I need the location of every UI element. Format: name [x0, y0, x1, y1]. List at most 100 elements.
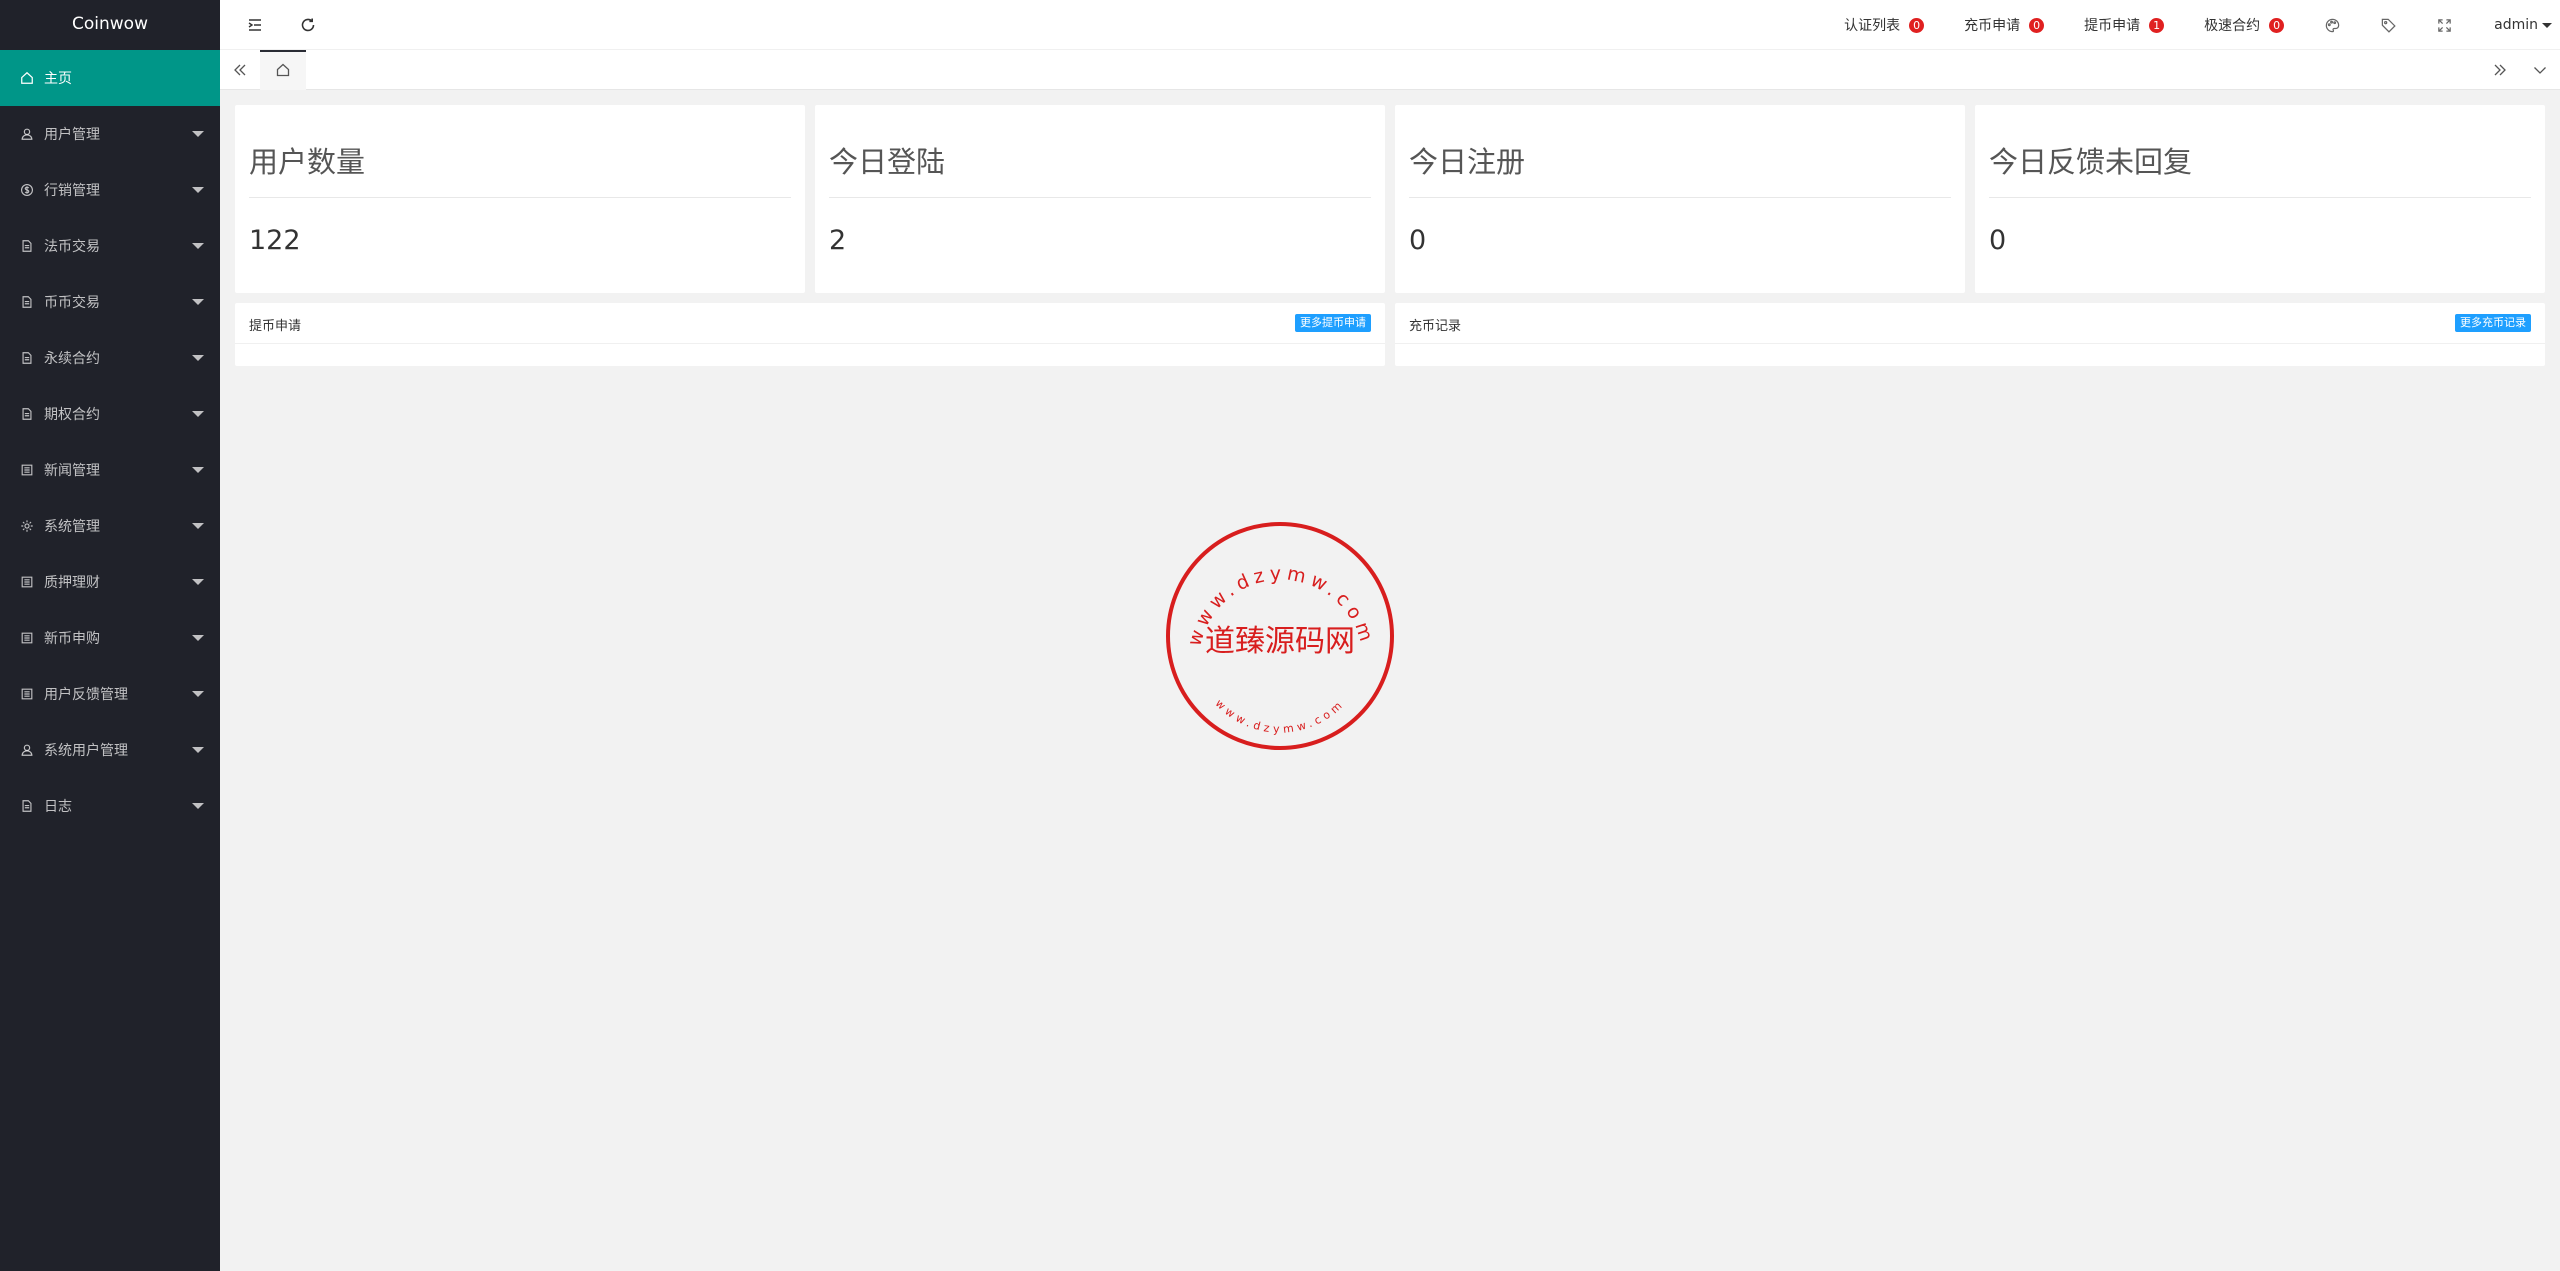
sidebar-item-label: 新闻管理 — [44, 463, 100, 479]
tab-home[interactable] — [260, 50, 306, 90]
stat-value: 2 — [829, 225, 847, 256]
list-icon — [20, 463, 34, 477]
sidebar-item-fiat-trade[interactable]: 法币交易 — [0, 218, 220, 274]
sidebar-item-label: 永续合约 — [44, 351, 100, 367]
stat-card-feedback-unreplied: 今日反馈未回复 0 — [1975, 105, 2545, 293]
sidebar-item-label: 用户反馈管理 — [44, 687, 128, 703]
stamp-ring-text-small: www.dzymw.com — [1213, 697, 1348, 736]
tabs-menu-button[interactable] — [2520, 50, 2560, 90]
caret-down-icon — [192, 803, 204, 809]
panel-title: 提币申请 — [249, 319, 302, 334]
sidebar-item-log[interactable]: 日志 — [0, 778, 220, 834]
tag-icon — [2381, 18, 2396, 33]
sidebar-item-label: 期权合约 — [44, 407, 100, 423]
list-icon — [20, 687, 34, 701]
sidebar-item-label: 法币交易 — [44, 239, 100, 255]
sidebar-item-system[interactable]: 系统管理 — [0, 498, 220, 554]
list-icon — [20, 631, 34, 645]
palette-icon — [2325, 18, 2339, 32]
stat-card-users: 用户数量 122 — [235, 105, 805, 293]
sidebar-item-staking[interactable]: 质押理财 — [0, 554, 220, 610]
caret-down-icon — [192, 187, 204, 193]
dollar-icon — [20, 183, 34, 197]
caret-down-icon — [192, 299, 204, 305]
withdraw-request-badge: 1 — [2149, 17, 2165, 33]
kyc-list-link[interactable]: 认证列表 0 — [1824, 0, 1944, 50]
top-header: 认证列表 0 充币申请 0 提币申请 1 极速合约 0 admin — [220, 0, 2560, 50]
home-icon — [276, 63, 290, 77]
sidebar-item-system-users[interactable]: 系统用户管理 — [0, 722, 220, 778]
doc-icon — [20, 407, 34, 421]
page-tabs-bar — [220, 50, 2560, 90]
divider — [829, 197, 1371, 198]
doc-icon — [20, 799, 34, 813]
caret-down-icon — [192, 747, 204, 753]
chevron-down-icon — [2534, 67, 2546, 74]
sidebar-item-label: 系统用户管理 — [44, 743, 128, 759]
theme-button[interactable] — [2304, 0, 2360, 50]
sidebar-item-option-contract[interactable]: 期权合约 — [0, 386, 220, 442]
more-deposit-button[interactable]: 更多充币记录 — [2455, 314, 2531, 332]
divider — [1395, 343, 2545, 344]
stat-value: 122 — [249, 225, 301, 256]
divider — [1409, 197, 1951, 198]
kyc-list-label: 认证列表 — [1844, 18, 1901, 34]
stat-title: 今日反馈未回复 — [1989, 145, 2193, 179]
withdraw-request-link[interactable]: 提币申请 1 — [2064, 0, 2184, 50]
sidebar-item-news[interactable]: 新闻管理 — [0, 442, 220, 498]
fast-contract-label: 极速合约 — [2204, 18, 2261, 34]
sidebar-item-label: 系统管理 — [44, 519, 100, 535]
home-icon — [20, 71, 34, 85]
user-menu[interactable]: admin — [2472, 0, 2560, 50]
sidebar-item-perpetual-contract[interactable]: 永续合约 — [0, 330, 220, 386]
sidebar-item-label: 日志 — [44, 799, 72, 815]
deposit-request-badge: 0 — [2029, 17, 2045, 33]
app-logo[interactable]: Coinwow — [0, 0, 220, 50]
stat-value: 0 — [1989, 225, 2007, 256]
more-withdraw-button[interactable]: 更多提币申请 — [1295, 314, 1371, 332]
refresh-button[interactable] — [293, 0, 323, 50]
menu-toggle-button[interactable] — [240, 0, 270, 50]
stat-card-today-login: 今日登陆 2 — [815, 105, 1385, 293]
caret-down-icon — [192, 579, 204, 585]
kyc-list-badge: 0 — [1909, 17, 1925, 33]
deposit-panel: 充币记录 更多充币记录 — [1395, 303, 2545, 366]
sidebar-item-coin-trade[interactable]: 币币交易 — [0, 274, 220, 330]
tabs-scroll-right-button[interactable] — [2480, 50, 2520, 90]
watermark-stamp: www.dzymw.com www.dzymw.com 道臻源码网 — [1166, 522, 1394, 750]
withdraw-panel: 提币申请 更多提币申请 — [235, 303, 1385, 366]
deposit-request-link[interactable]: 充币申请 0 — [1944, 0, 2064, 50]
stat-title: 今日注册 — [1409, 145, 1526, 179]
user-icon — [20, 743, 34, 757]
stat-title: 用户数量 — [249, 145, 366, 179]
divider — [249, 197, 791, 198]
tag-button[interactable] — [2360, 0, 2416, 50]
withdraw-request-label: 提币申请 — [2084, 18, 2141, 34]
fast-contract-badge: 0 — [2269, 17, 2285, 33]
sidebar-item-home[interactable]: 主页 — [0, 50, 220, 106]
sidebar-item-feedback[interactable]: 用户反馈管理 — [0, 666, 220, 722]
fast-contract-link[interactable]: 极速合约 0 — [2184, 0, 2304, 50]
caret-down-icon — [192, 635, 204, 641]
fullscreen-button[interactable] — [2416, 0, 2472, 50]
caret-down-icon — [192, 467, 204, 473]
double-chevron-right-icon — [2494, 64, 2506, 76]
sidebar-item-label: 用户管理 — [44, 127, 100, 143]
sidebar-item-label: 新币申购 — [44, 631, 100, 647]
sidebar-item-user-management[interactable]: 用户管理 — [0, 106, 220, 162]
sidebar-item-marketing[interactable]: 行销管理 — [0, 162, 220, 218]
caret-down-icon — [192, 355, 204, 361]
doc-icon — [20, 351, 34, 365]
sidebar-item-label: 币币交易 — [44, 295, 100, 311]
refresh-icon — [301, 18, 315, 32]
gear-icon — [20, 519, 34, 533]
sidebar-item-label: 主页 — [44, 71, 72, 87]
caret-down-icon — [192, 523, 204, 529]
sidebar-item-ipo[interactable]: 新币申购 — [0, 610, 220, 666]
caret-down-icon — [2542, 22, 2552, 28]
tabs-scroll-left-button[interactable] — [220, 50, 260, 90]
indent-icon — [248, 19, 261, 31]
caret-down-icon — [192, 243, 204, 249]
list-icon — [20, 575, 34, 589]
caret-down-icon — [192, 691, 204, 697]
